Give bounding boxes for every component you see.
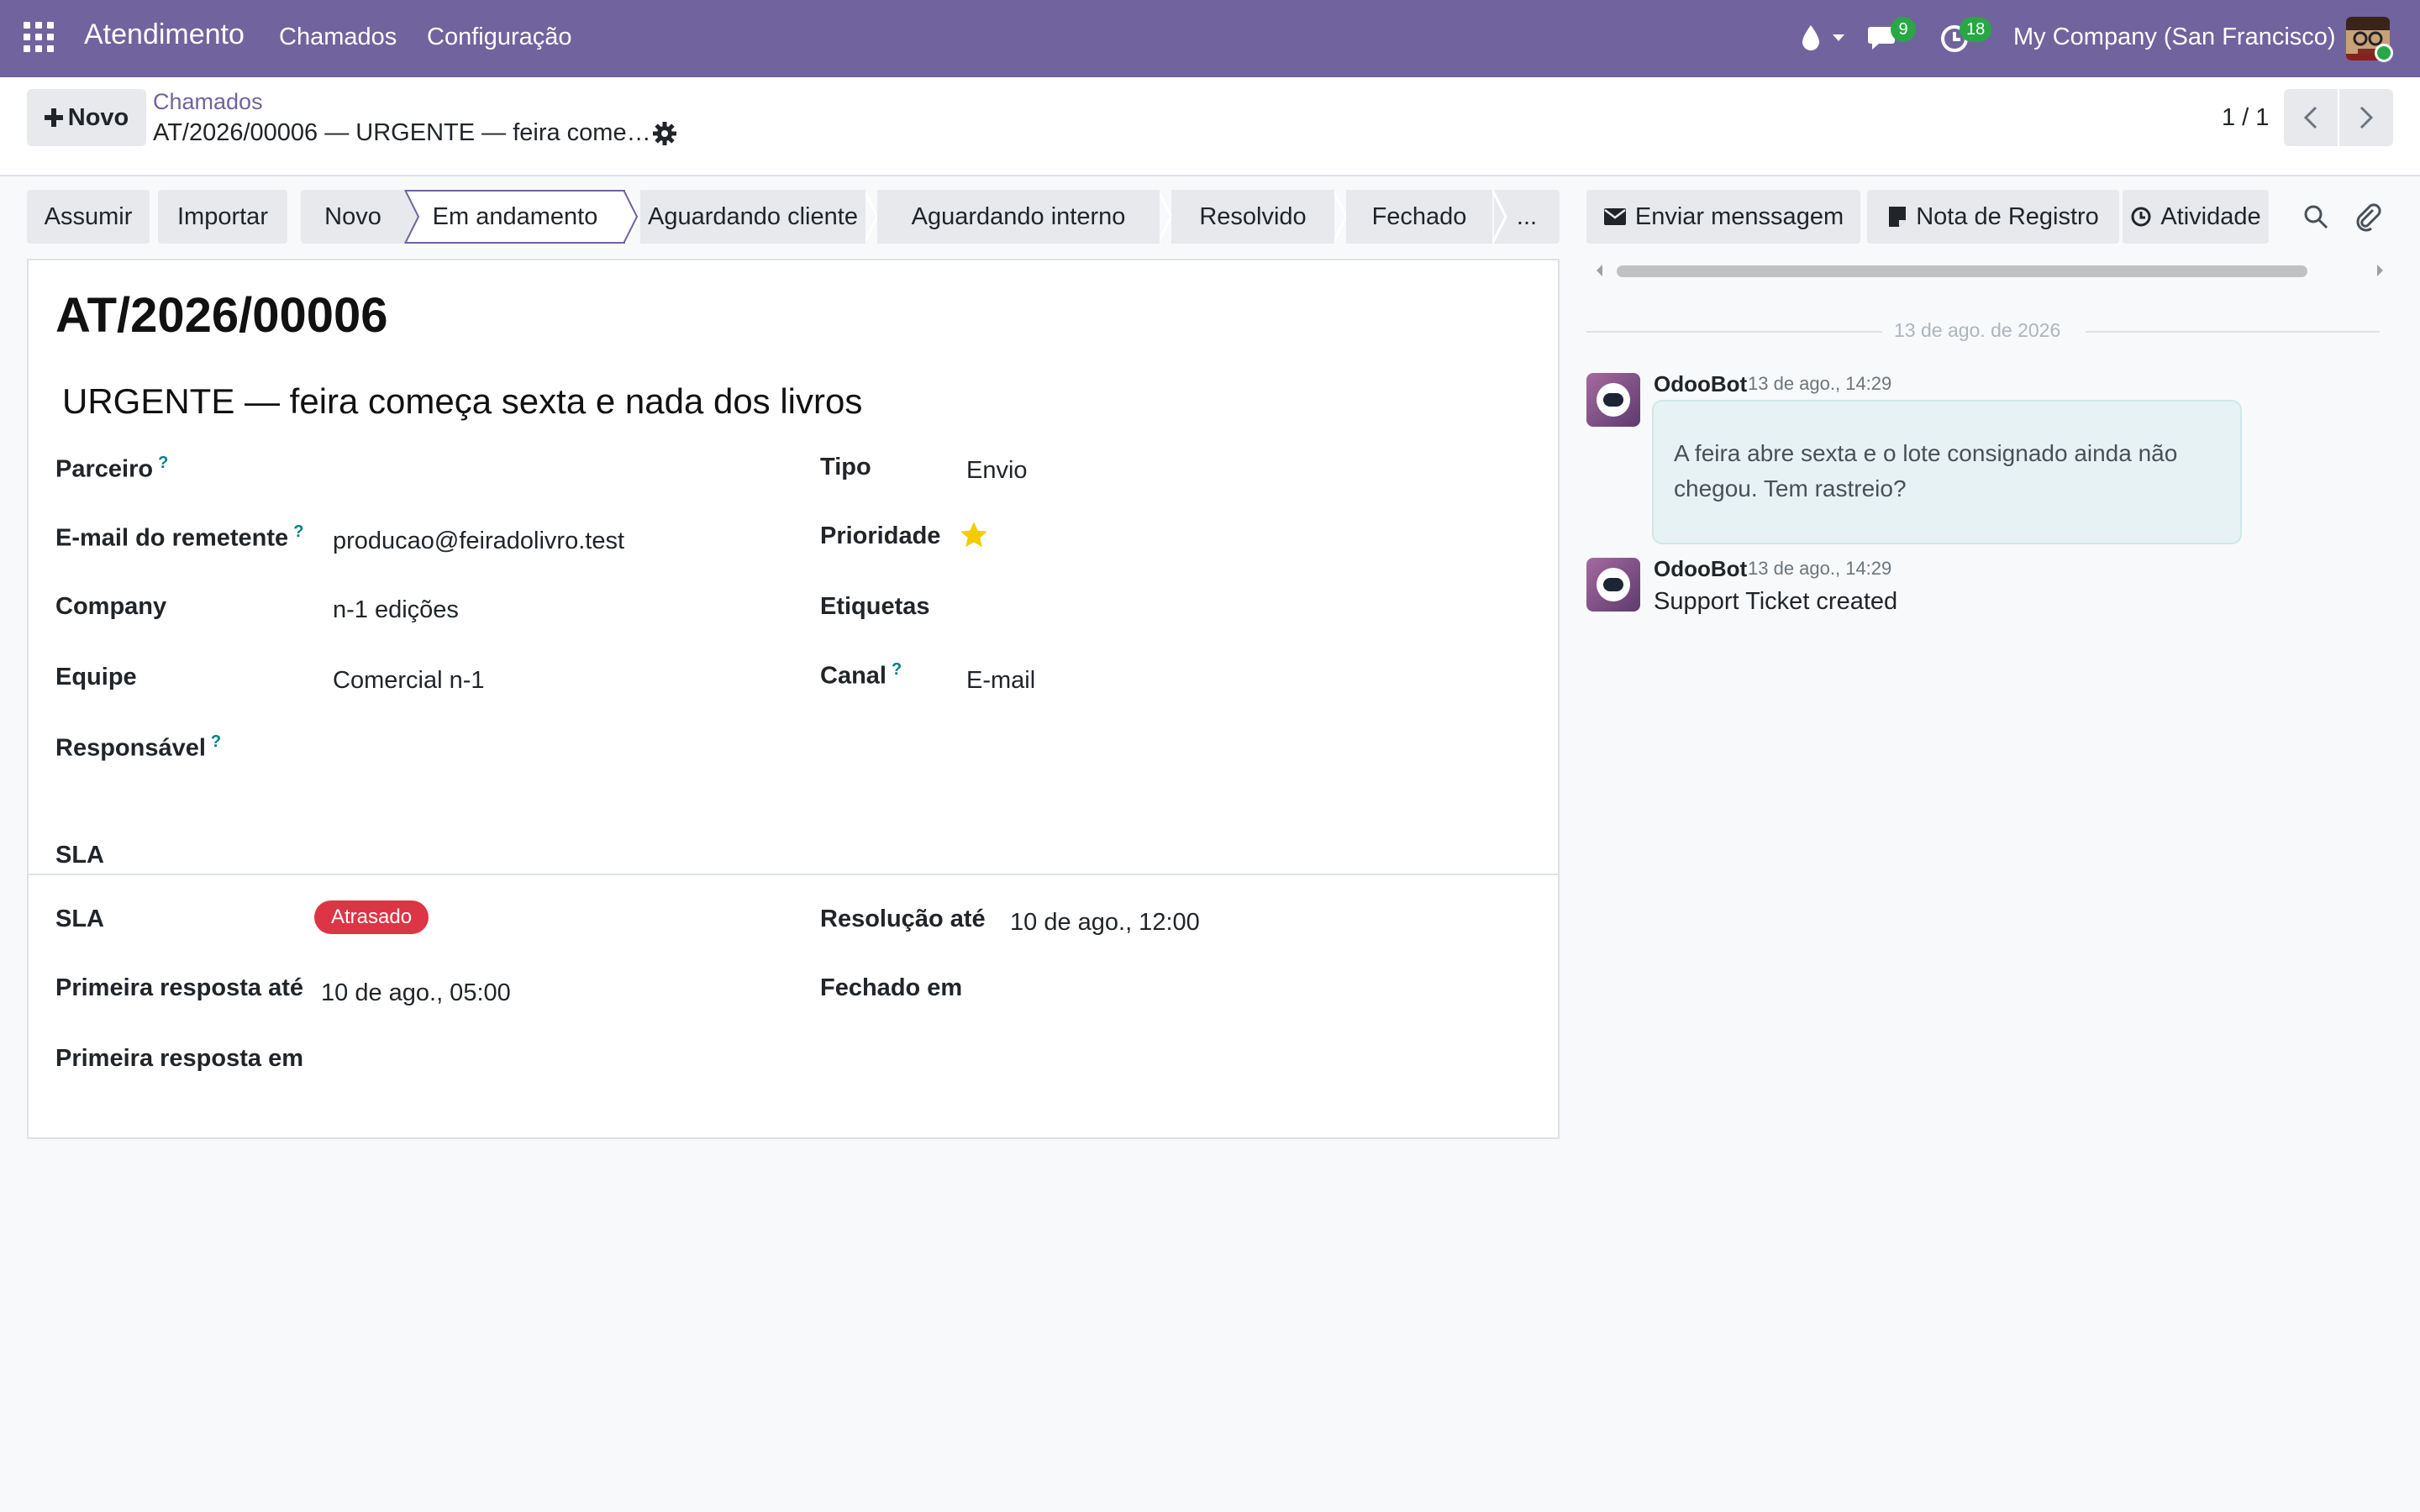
sla-status-badge: Atrasado xyxy=(314,900,429,934)
sticky-note-icon xyxy=(1889,207,1907,227)
message-author[interactable]: OdooBot xyxy=(1654,371,1747,397)
message-bubble xyxy=(1652,400,2242,544)
date-separator-line xyxy=(1586,331,1882,333)
label-email-remetente: E-mail do remetente? xyxy=(55,522,304,552)
equipe-field[interactable]: Comercial n-1 xyxy=(333,667,485,695)
messages-count-badge: 9 xyxy=(1891,17,1916,42)
odoobot-avatar[interactable] xyxy=(1586,373,1640,427)
email-remetente-field[interactable]: producao@feiradolivro.test xyxy=(333,528,624,555)
pager-next-button[interactable] xyxy=(2339,89,2393,146)
ticket-subject-field[interactable]: URGENTE — feira começa sexta e nada dos … xyxy=(62,381,862,422)
stage-statusbar: Novo Em andamento Aguardando cliente Agu… xyxy=(301,190,1560,244)
stage-novo[interactable]: Novo xyxy=(301,190,405,244)
activities-count-badge: 18 xyxy=(1960,17,1992,42)
menu-configuracao[interactable]: Configuração xyxy=(427,24,572,51)
sla-section-heading: SLA xyxy=(55,842,104,869)
label-etiquetas: Etiquetas xyxy=(820,593,930,620)
label-tipo: Tipo xyxy=(820,454,871,480)
date-separator: 13 de ago. de 2026 xyxy=(1894,319,2061,341)
new-button-label: Novo xyxy=(67,103,129,131)
chatter-horizontal-scrollbar[interactable] xyxy=(1617,265,2307,277)
breadcrumb-chamados[interactable]: Chamados xyxy=(153,89,263,115)
label-primeira-resposta-em: Primeira resposta em xyxy=(55,1045,303,1072)
message-date: 13 de ago., 14:29 xyxy=(1748,558,1892,579)
record-reference: AT/2026/00006 xyxy=(55,288,388,343)
canal-field[interactable]: E-mail xyxy=(966,667,1035,695)
scroll-right-arrow-icon[interactable] xyxy=(2375,262,2386,279)
send-message-button[interactable]: Enviar menssagem xyxy=(1586,190,1860,244)
importar-button[interactable]: Importar xyxy=(158,190,287,244)
log-note-button[interactable]: Nota de Registro xyxy=(1867,190,2119,244)
scroll-left-arrow-icon[interactable] xyxy=(1593,262,1605,279)
stage-active-left-edge xyxy=(395,190,420,244)
help-tooltip-icon[interactable]: ? xyxy=(892,660,902,679)
label-primeira-resposta-ate: Primeira resposta até xyxy=(55,974,303,1001)
parceiro-field[interactable] xyxy=(333,454,753,484)
envelope-icon xyxy=(1603,208,1626,225)
help-tooltip-icon[interactable]: ? xyxy=(293,522,303,541)
stage-fechado[interactable]: Fechado xyxy=(1346,190,1492,244)
activity-label: Atividade xyxy=(2160,202,2261,230)
responsavel-field[interactable] xyxy=(333,732,753,763)
plus-icon xyxy=(44,108,63,127)
sla-divider xyxy=(29,874,1558,875)
odoobot-avatar[interactable] xyxy=(1586,558,1640,612)
stage-aguardando-interno[interactable]: Aguardando interno xyxy=(877,190,1160,244)
apps-menu-icon[interactable] xyxy=(24,22,54,52)
app-name[interactable]: Atendimento xyxy=(84,18,245,51)
etiquetas-field[interactable] xyxy=(966,593,1538,623)
label-sla: SLA xyxy=(55,906,104,932)
stage-separator xyxy=(1492,190,1507,244)
message-date: 13 de ago., 14:29 xyxy=(1748,373,1892,394)
top-navbar: Atendimento Chamados Configuração 9 18 M… xyxy=(0,0,2420,77)
send-message-label: Enviar menssagem xyxy=(1634,202,1844,230)
pager-value[interactable]: 1 / 1 xyxy=(2222,104,2269,132)
label-responsavel: Responsável? xyxy=(55,732,222,762)
assumir-button[interactable]: Assumir xyxy=(27,190,150,244)
stage-resolvido[interactable]: Resolvido xyxy=(1171,190,1334,244)
resolucao-ate-value: 10 de ago., 12:00 xyxy=(1010,909,1200,936)
company-field[interactable]: n-1 edições xyxy=(333,596,459,624)
control-panel: Novo Chamados AT/2026/00006 — URGENTE — … xyxy=(0,77,2420,176)
help-tooltip-icon[interactable]: ? xyxy=(211,732,221,751)
label-resolucao-ate: Resolução até xyxy=(820,906,986,932)
stage-em-andamento[interactable]: Em andamento xyxy=(405,190,625,244)
label-equipe: Equipe xyxy=(55,664,137,690)
label-parceiro: Parceiro? xyxy=(55,454,169,483)
clock-icon xyxy=(2131,207,2151,227)
chevron-left-icon xyxy=(2303,106,2317,129)
debug-drop-icon[interactable] xyxy=(1800,24,1822,52)
date-separator-line xyxy=(2086,331,2380,333)
help-tooltip-icon[interactable]: ? xyxy=(158,454,168,472)
message-text: Support Ticket created xyxy=(1654,588,1898,615)
label-prioridade: Prioridade xyxy=(820,522,941,549)
log-note-label: Nota de Registro xyxy=(1916,202,2099,230)
label-canal: Canal? xyxy=(820,660,902,690)
primeira-resposta-ate-value: 10 de ago., 05:00 xyxy=(321,979,511,1006)
tipo-field[interactable]: Envio xyxy=(966,457,1028,485)
menu-chamados[interactable]: Chamados xyxy=(279,24,397,51)
gear-icon[interactable] xyxy=(652,121,677,146)
online-status-dot xyxy=(2375,44,2393,62)
pager-previous-button[interactable] xyxy=(2284,89,2338,146)
message-text-line: chegou. Tem rastreio? xyxy=(1674,475,1907,501)
paperclip-icon[interactable] xyxy=(2354,202,2381,232)
chevron-right-icon xyxy=(2360,106,2374,129)
search-icon[interactable] xyxy=(2302,203,2329,230)
stage-aguardando-cliente[interactable]: Aguardando cliente xyxy=(640,190,865,244)
chevron-down-icon xyxy=(1833,34,1844,41)
message-text-line: A feira abre sexta e o lote consignado a… xyxy=(1674,440,2178,466)
label-fechado-em: Fechado em xyxy=(820,974,963,1001)
breadcrumb-current-record: AT/2026/00006 — URGENTE — feira come… xyxy=(153,119,651,146)
message-author[interactable]: OdooBot xyxy=(1654,556,1747,582)
new-record-button[interactable]: Novo xyxy=(27,89,146,146)
label-company: Company xyxy=(55,593,167,620)
activity-button[interactable]: Atividade xyxy=(2123,190,2269,244)
company-switcher[interactable]: My Company (San Francisco) xyxy=(2013,24,2336,51)
priority-star-icon[interactable] xyxy=(958,519,990,551)
